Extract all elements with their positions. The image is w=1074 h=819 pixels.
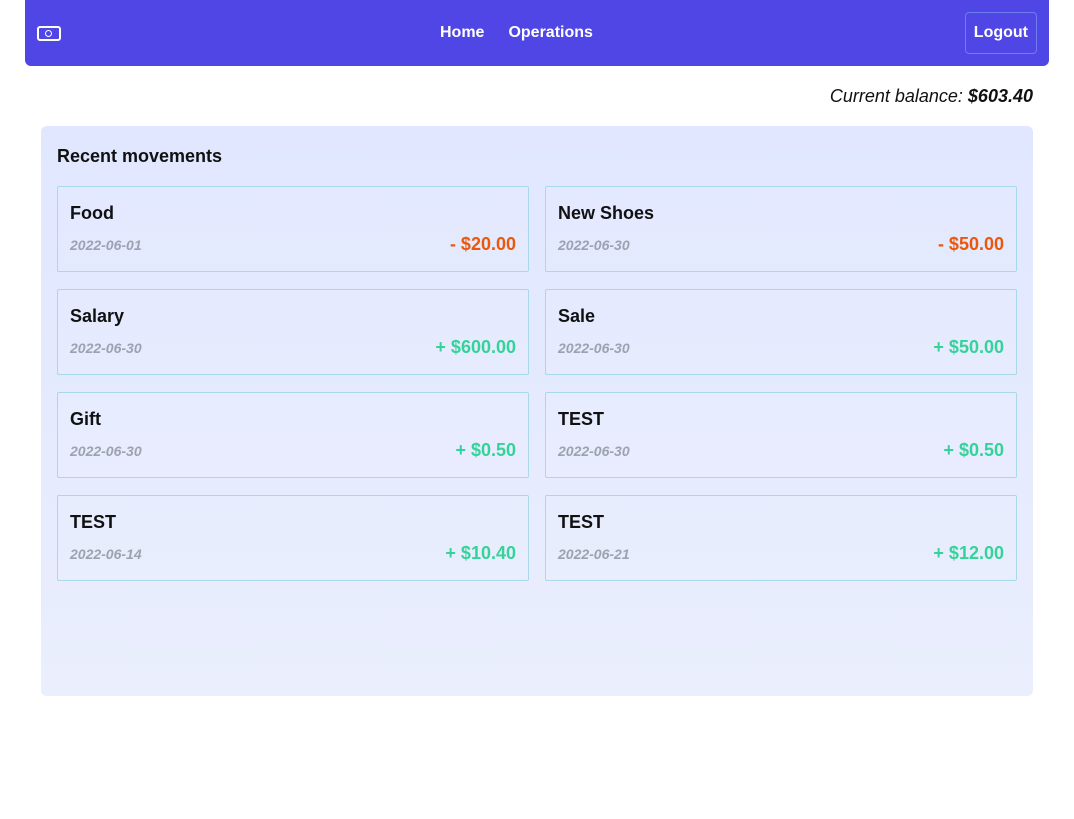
movement-name: Sale [558,306,596,326]
movement-amount: + $0.50 [455,440,516,460]
movement-amount: + $12.00 [933,543,1004,563]
balance-label: Current balance: [829,86,963,106]
movement-card[interactable]: Salary 2022-06-30 + $600.00 [57,289,529,375]
movement-date: 2022-06-30 [558,237,630,253]
movement-date: 2022-06-30 [70,340,142,356]
movement-date: 2022-06-14 [70,546,142,562]
nav-link-home[interactable]: Home [440,24,484,42]
movement-name: TEST [558,512,605,532]
movement-amount: + $600.00 [435,337,516,357]
balance-amount: $603.40 [967,86,1033,106]
movement-amount: + $10.40 [445,543,516,563]
movement-card[interactable]: TEST 2022-06-21 + $12.00 [545,495,1017,581]
movement-amount: + $0.50 [943,440,1004,460]
panel-title: Recent movements [57,146,223,166]
movement-name: TEST [70,512,117,532]
recent-movements-panel: Recent movements Food 2022-06-01 - $20.0… [41,126,1033,696]
movement-name: TEST [558,409,605,429]
movement-card[interactable]: TEST 2022-06-30 + $0.50 [545,392,1017,478]
coin-icon [45,29,52,37]
movement-date: 2022-06-01 [70,237,142,253]
movement-card[interactable]: TEST 2022-06-14 + $10.40 [57,495,529,581]
logout-button[interactable]: Logout [964,12,1037,54]
movement-amount: + $50.00 [933,337,1004,357]
money-bill-icon[interactable] [37,26,61,41]
movement-name: Salary [70,306,125,326]
nav-links: Home Operations [440,0,593,66]
nav-link-operations[interactable]: Operations [508,24,592,42]
movement-name: Food [70,203,114,223]
movement-date: 2022-06-30 [70,443,142,459]
movement-date: 2022-06-30 [558,443,630,459]
movement-date: 2022-06-30 [558,340,630,356]
movement-card[interactable]: Food 2022-06-01 - $20.00 [57,186,529,272]
movement-date: 2022-06-21 [558,546,630,562]
movement-name: New Shoes [558,203,655,223]
movement-card[interactable]: Sale 2022-06-30 + $50.00 [545,289,1017,375]
movement-amount: - $20.00 [449,234,516,254]
movement-card[interactable]: New Shoes 2022-06-30 - $50.00 [545,186,1017,272]
movement-name: Gift [70,409,101,429]
movements-grid: Food 2022-06-01 - $20.00 New Shoes 2022-… [57,186,1017,581]
current-balance: Current balance: $603.40 [830,86,1033,107]
movement-card[interactable]: Gift 2022-06-30 + $0.50 [57,392,529,478]
navbar: Home Operations Logout [25,0,1049,66]
movement-amount: - $50.00 [937,234,1004,254]
